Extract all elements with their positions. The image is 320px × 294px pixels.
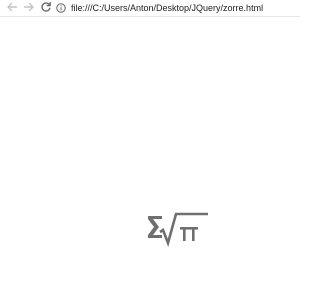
info-icon[interactable] — [56, 2, 66, 13]
logo-graphic — [148, 212, 208, 248]
sigma-root-pi-logo — [146, 210, 212, 248]
back-button[interactable] — [6, 1, 18, 13]
forward-button[interactable] — [23, 1, 35, 13]
arrow-left-icon — [7, 2, 18, 12]
address-bar[interactable]: file:///C:/Users/Anton/Desktop/JQuery/zo… — [56, 0, 300, 15]
reload-icon — [41, 1, 51, 12]
reload-button[interactable] — [40, 1, 52, 13]
url-text: file:///C:/Users/Anton/Desktop/JQuery/zo… — [71, 2, 264, 13]
browser-toolbar: file:///C:/Users/Anton/Desktop/JQuery/zo… — [0, 0, 300, 17]
arrow-right-icon — [23, 2, 34, 12]
